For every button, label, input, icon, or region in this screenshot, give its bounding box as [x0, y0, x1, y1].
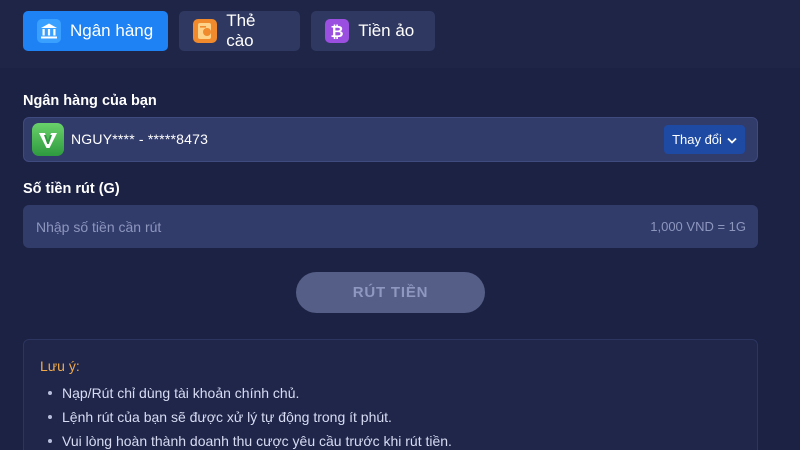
note-item-text: Vui lòng hoàn thành doanh thu cược yêu c… — [62, 433, 452, 449]
note-list: Nạp/Rút chỉ dùng tài khoản chính chủ. Lệ… — [40, 381, 757, 450]
change-bank-button[interactable]: Thay đổi — [664, 125, 745, 154]
bullet-icon — [48, 439, 52, 443]
method-tabs: Ngân hàng Thẻ cào ₿ Tiền ảo — [23, 11, 436, 51]
bank-icon — [37, 19, 61, 43]
amount-field: 1,000 VND = 1G — [23, 205, 758, 248]
vietcombank-logo-icon — [32, 123, 64, 156]
tab-crypto-label: Tiền ảo — [358, 21, 415, 40]
bitcoin-icon: ₿ — [325, 19, 350, 43]
tab-crypto[interactable]: ₿ Tiền ảo — [311, 11, 436, 51]
note-item-text: Nạp/Rút chỉ dùng tài khoản chính chủ. — [62, 385, 300, 401]
note-box: Lưu ý: Nạp/Rút chỉ dùng tài khoản chính … — [23, 339, 758, 450]
withdraw-button[interactable]: RÚT TIỀN — [296, 272, 485, 313]
bank-section-label: Ngân hàng của bạn — [23, 93, 157, 109]
selected-bank-field: NGUY**** - *****8473 Thay đổi — [23, 117, 758, 162]
scratch-card-icon — [193, 19, 218, 43]
chevron-down-icon — [727, 132, 737, 147]
tab-scratch-card[interactable]: Thẻ cào — [179, 11, 301, 51]
bullet-icon — [48, 391, 52, 395]
withdraw-page: Ngân hàng Thẻ cào ₿ Tiền ảo Ngân hàng củ… — [0, 0, 800, 450]
tab-scratch-card-label: Thẻ cào — [226, 11, 256, 50]
note-item-text: Lệnh rút của bạn sẽ được xử lý tự động t… — [62, 409, 392, 425]
list-item: Vui lòng hoàn thành doanh thu cược yêu c… — [40, 429, 757, 450]
bank-account-number: NGUY**** - *****8473 — [71, 131, 209, 147]
tab-bank[interactable]: Ngân hàng — [23, 11, 169, 51]
amount-section-label: Số tiền rút (G) — [23, 181, 120, 197]
exchange-rate: 1,000 VND = 1G — [650, 219, 746, 234]
note-title: Lưu ý: — [40, 358, 80, 374]
svg-text:₿: ₿ — [331, 22, 344, 41]
list-item: Lệnh rút của bạn sẽ được xử lý tự động t… — [40, 405, 757, 429]
change-bank-label: Thay đổi — [672, 132, 722, 147]
bullet-icon — [48, 415, 52, 419]
amount-input[interactable] — [23, 205, 623, 248]
list-item: Nạp/Rút chỉ dùng tài khoản chính chủ. — [40, 381, 757, 405]
tab-bank-label: Ngân hàng — [70, 21, 154, 40]
